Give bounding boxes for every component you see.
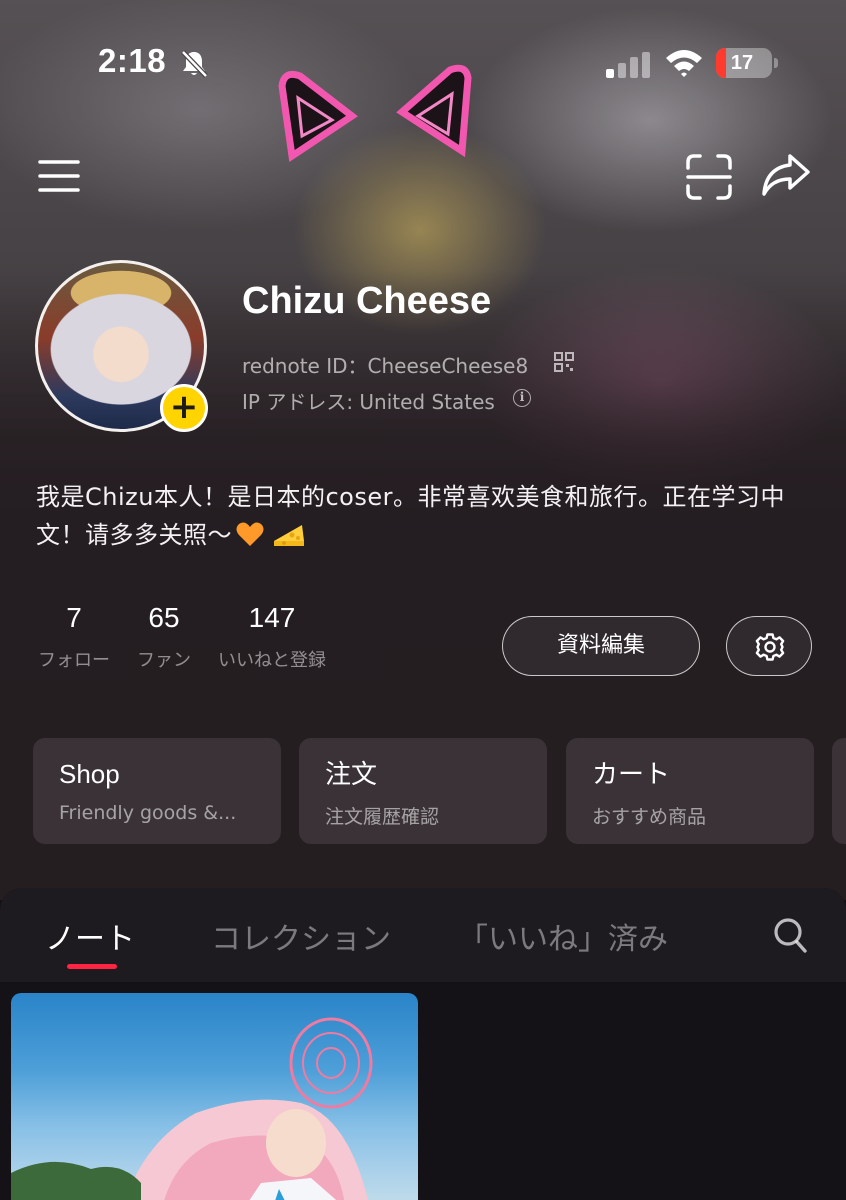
tab-notes[interactable]: ノート xyxy=(45,914,135,958)
quick-card-orders-title: 注文 xyxy=(325,759,378,789)
menu-icon[interactable] xyxy=(36,156,84,196)
profile-bio: 我是Chizu本人！是日本的coser。非常喜欢美食和旅行。正在学习中文！请多多… xyxy=(36,478,816,554)
quick-card-cart[interactable]: カート おすすめ商品 xyxy=(566,738,814,844)
quick-card-shop-subtitle: Friendly goods &... xyxy=(59,802,237,824)
note-thumbnail-image xyxy=(11,1017,373,1200)
quick-card-cart-subtitle: おすすめ商品 xyxy=(592,806,707,828)
note-card[interactable] xyxy=(11,993,418,1200)
tab-collections[interactable]: コレクション xyxy=(211,914,391,958)
quick-card-next-peek[interactable] xyxy=(832,738,846,844)
stat-following[interactable]: 7 フォロー xyxy=(36,600,112,672)
stat-fans-count: 65 xyxy=(148,602,180,633)
orange-heart-emoji-icon xyxy=(236,522,264,546)
cheese-emoji-icon xyxy=(274,525,304,546)
gear-icon xyxy=(755,633,785,661)
info-icon[interactable]: i xyxy=(513,389,531,407)
stat-likes-label: いいねと登録 xyxy=(218,650,326,671)
scan-icon[interactable] xyxy=(684,152,734,202)
quick-card-cart-title: カート xyxy=(592,759,671,789)
quick-card-shop[interactable]: Shop Friendly goods &... xyxy=(33,738,281,844)
settings-button[interactable] xyxy=(726,616,812,676)
edit-profile-button[interactable]: 資料編集 xyxy=(502,616,700,676)
search-icon[interactable] xyxy=(772,916,808,954)
rednote-id[interactable]: rednote ID：CheeseCheese8 xyxy=(242,350,528,379)
wifi-icon xyxy=(666,50,702,77)
quick-card-orders-subtitle: 注文履歴確認 xyxy=(325,806,440,828)
stat-following-label: フォロー xyxy=(38,650,110,671)
stat-likes-count: 147 xyxy=(248,602,296,633)
cellular-signal-icon xyxy=(606,52,650,78)
share-icon[interactable] xyxy=(760,152,812,198)
battery-nub xyxy=(774,58,778,68)
stat-following-count: 7 xyxy=(66,602,82,633)
quick-card-shop-title: Shop xyxy=(59,759,120,789)
battery-percentage: 17 xyxy=(730,52,754,74)
bio-text: 我是Chizu本人！是日本的coser。非常喜欢美食和旅行。正在学习中文！请多多… xyxy=(36,483,785,549)
bell-slash-icon xyxy=(181,50,208,78)
ip-location: IP アドレス: United States xyxy=(242,390,495,414)
stat-fans-label: ファン xyxy=(137,650,191,671)
battery-icon: 17 xyxy=(716,48,772,78)
stat-likes-saves[interactable]: 147 いいねと登録 xyxy=(212,600,332,672)
status-time: 2:18 xyxy=(98,42,167,79)
add-avatar-button[interactable]: + xyxy=(160,384,208,432)
quick-card-orders[interactable]: 注文 注文履歴確認 xyxy=(299,738,547,844)
active-tab-indicator xyxy=(67,964,117,969)
tab-liked[interactable]: 「いいね」済み xyxy=(458,914,668,958)
qr-code-icon[interactable] xyxy=(554,352,574,372)
stat-fans[interactable]: 65 ファン xyxy=(134,600,194,672)
profile-name: Chizu Cheese xyxy=(242,280,492,322)
